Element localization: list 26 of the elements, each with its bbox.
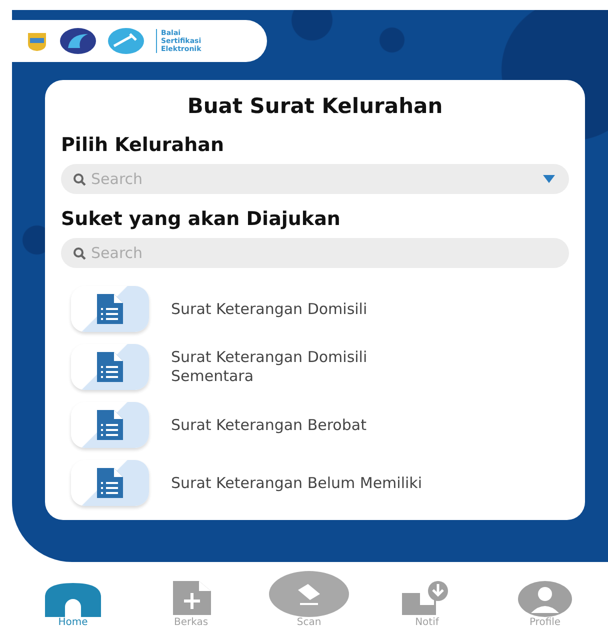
search-icon (73, 246, 86, 260)
document-icon (71, 344, 149, 390)
nav-tab[interactable]: Scan (274, 571, 344, 628)
search-field[interactable]: Search (61, 238, 569, 268)
key-logo-icon (108, 28, 144, 54)
letter-list-item[interactable]: Surat Keterangan Berobat (71, 402, 569, 448)
document-icon (71, 286, 149, 332)
document-icon (71, 460, 149, 506)
nav-tab[interactable]: Berkas (156, 581, 226, 628)
section-label: Suket yang akan Diajukan (61, 208, 342, 230)
profile-icon (518, 581, 572, 617)
wave-logo-icon (60, 28, 96, 54)
kelurahan-dropdown[interactable]: Search (61, 164, 569, 194)
nav-tab[interactable]: Profile (510, 581, 580, 628)
nav-tab[interactable]: Home (38, 581, 108, 628)
document-icon (71, 402, 149, 448)
letter-list-item[interactable]: Surat Keterangan Domisili (71, 286, 569, 332)
crest-icon (26, 30, 48, 52)
nav-tab[interactable]: Notif (392, 581, 462, 628)
letter-list-item[interactable]: Surat Keterangan Belum Memiliki (71, 460, 569, 506)
home-icon (45, 581, 101, 617)
search-icon (73, 172, 86, 186)
dropdown-caret-icon (543, 175, 555, 183)
letter-list-item[interactable]: Surat Keterangan Domisili Sementara (71, 344, 569, 390)
card-title: Buat Surat Kelurahan (186, 94, 444, 118)
section-label: Pilih Kelurahan (61, 134, 225, 156)
